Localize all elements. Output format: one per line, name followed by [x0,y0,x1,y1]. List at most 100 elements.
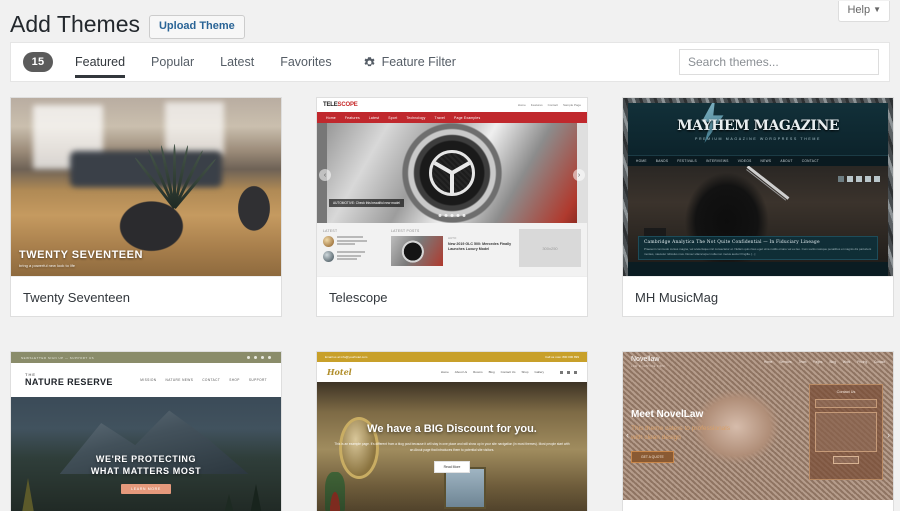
tel-hero: AUTOMOTIVE: Check this beautiful new mod… [317,123,587,223]
nr-cta-button: LEARN MORE [121,484,171,495]
theme-count-badge: 15 [23,52,53,72]
nl-form-title: Contact Us [836,390,856,395]
theme-card-telescope[interactable]: TELESCOPE Home Features Contact Sample P… [316,97,588,317]
nl-logo: Novellaw LAW & JUSTICE FIRM [631,356,665,368]
theme-screenshot-hotel[interactable]: Email us at info@yourhotel.com Call us n… [317,352,587,511]
nl-contact-form: Contact Us [809,384,883,481]
tab-featured-label: Featured [75,55,126,69]
tel-column-latest: LATEST [323,229,385,271]
ht-hero: We have a BIG Discount for you. This is … [317,382,587,511]
tel-top-links: Home Features Contact Sample Page [517,103,581,107]
ht-topbar: Email us at info@yourhotel.com Call us n… [317,352,587,362]
help-toggle-wrap: Help ▼ [838,0,890,22]
ht-navbar: Home About Us Rooms Blog Contact Us Shop… [441,370,577,374]
nl-hero-text: Meet NovelLaw This theme caters to profe… [631,409,741,463]
nl-header: Novellaw LAW & JUSTICE FIRM Home Service… [623,352,893,372]
theme-card-hotel[interactable]: Email us at info@yourhotel.com Call us n… [316,351,588,511]
nr-hero: WE'RE PROTECTING WHAT MATTERS MOST LEARN… [11,397,281,511]
theme-screenshot-mh-musicmag[interactable]: MAYHEM MAGAZINE PREMIUM MAGAZINE WORDPRE… [623,98,893,276]
tab-favorites-label: Favorites [280,55,332,69]
nl-cta-button: GET A QUOTE [631,450,674,463]
ht-topbar-phone: Call us now: 800 000 899 [545,355,579,359]
tab-popular[interactable]: Popular [138,43,207,81]
tel-carousel-dots[interactable] [438,214,466,217]
tel-logo: TELESCOPE [323,102,358,108]
tel-col2-heading: LATEST POSTS [391,229,420,233]
ht-door-shape [443,466,486,509]
tab-featured[interactable]: Featured [75,43,138,81]
nr-logo-main: NATURE RESERVE [25,376,113,387]
tab-latest[interactable]: Latest [207,43,267,81]
tab-favorites[interactable]: Favorites [267,43,344,81]
preview-site-telescope: TELESCOPE Home Features Contact Sample P… [317,98,587,276]
ts-overlay-text: TWENTY SEVENTEEN bring a powerful new lo… [19,249,143,268]
search-wrap [679,49,879,75]
upload-theme-button[interactable]: Upload Theme [148,14,245,39]
theme-card-nature-reserve[interactable]: NEWSLETTER SIGN UP — SUPPORT US THE NATU… [10,351,282,511]
carousel-prev-icon[interactable]: ‹ [319,169,331,181]
tel-navbar: Home Features Latest Sport Technology Tr… [317,112,587,123]
nl-logo-main: Novellaw [631,356,660,364]
theme-screenshot-telescope[interactable]: TELESCOPE Home Features Contact Sample P… [317,98,587,276]
ts-overlay-title: TWENTY SEVENTEEN [19,249,143,261]
theme-screenshot-nature-reserve[interactable]: NEWSLETTER SIGN UP — SUPPORT US THE NATU… [11,352,281,511]
ht-body: This is an example page. It's different … [334,441,570,452]
preview-site-nature-reserve: NEWSLETTER SIGN UP — SUPPORT US THE NATU… [11,352,281,511]
search-input[interactable] [679,49,879,75]
preview-site-hotel: Email us at info@yourhotel.com Call us n… [317,352,587,511]
feature-filter-button[interactable]: Feature Filter [345,43,469,81]
tel-content: LATEST LATEST POSTS AUTO New 2019 GLC 50… [317,223,587,276]
mh-inner: MAYHEM MAGAZINE PREMIUM MAGAZINE WORDPRE… [628,103,888,276]
nr-topbar-text: NEWSLETTER SIGN UP — SUPPORT US [21,355,95,360]
mh-hero-caption: Cambridge Analytica The Not Quite Confid… [638,236,878,260]
tel-featured-image [391,236,443,266]
mh-caption-heading: Cambridge Analytica The Not Quite Confid… [644,240,820,245]
tab-latest-label: Latest [220,55,255,69]
nr-header: THE NATURE RESERVE MISSION NATURE NEWS C… [11,363,281,397]
tel-logo-a: TELE [323,102,338,108]
ht-logo: Hotel [327,367,352,377]
tel-column-ad: 300x250 [519,229,581,271]
tel-topbar: TELESCOPE Home Features Contact Sample P… [317,98,587,112]
theme-screenshot-novellaw[interactable]: Novellaw LAW & JUSTICE FIRM Home Service… [623,352,893,511]
help-button[interactable]: Help ▼ [838,1,890,22]
nr-logo: THE NATURE RESERVE [25,372,113,388]
preview-site-novellaw: Novellaw LAW & JUSTICE FIRM Home Service… [623,352,893,511]
list-item [323,251,385,262]
theme-name-mh-musicmag: MH MusicMag [623,276,893,316]
theme-name-telescope: Telescope [317,276,587,316]
tel-col1-heading: LATEST [323,229,338,233]
mh-site-title: MAYHEM MAGAZINE [677,117,839,134]
ts-plant-leaves [133,144,217,210]
mh-header: MAYHEM MAGAZINE PREMIUM MAGAZINE WORDPRE… [628,103,888,155]
tel-hero-caption: AUTOMOTIVE: Check this beautiful new mod… [329,199,404,207]
ht-plant-shape [325,471,346,511]
mh-caption-body: Praesent commodo cursus magna, vel scele… [644,247,872,256]
ht-header: Hotel Home About Us Rooms Blog Contact U… [317,362,587,382]
mh-navbar: HOME BANDS FESTIVALS INTERVIEWS VIDEOS N… [628,155,888,166]
carousel-next-icon[interactable]: › [573,169,585,181]
theme-filter-bar: 15 Featured Popular Latest Favorites Fea… [10,42,890,82]
theme-card-twenty-seventeen[interactable]: TWENTY SEVENTEEN bring a powerful new lo… [10,97,282,317]
guitar-icon [746,166,790,201]
theme-screenshot-twenty-seventeen[interactable]: TWENTY SEVENTEEN bring a powerful new lo… [11,98,281,276]
theme-name-twenty-seventeen: Twenty Seventeen [11,276,281,316]
mh-tagline: PREMIUM MAGAZINE WORDPRESS THEME [694,136,821,141]
mh-slider-dots[interactable] [838,176,880,182]
preview-site-twenty-seventeen: TWENTY SEVENTEEN bring a powerful new lo… [11,98,281,276]
chevron-down-icon: ▼ [873,5,881,14]
list-item [323,236,385,247]
page-title: Add Themes [10,11,140,37]
theme-card-novellaw[interactable]: Novellaw LAW & JUSTICE FIRM Home Service… [622,351,894,511]
help-button-label: Help [847,4,871,16]
nr-topbar: NEWSLETTER SIGN UP — SUPPORT US [11,352,281,363]
ht-social-icons [560,370,577,374]
theme-card-mh-musicmag[interactable]: MAYHEM MAGAZINE PREMIUM MAGAZINE WORDPRE… [622,97,894,317]
ht-headline: We have a BIG Discount for you. [367,422,537,435]
tab-popular-label: Popular [151,55,195,69]
ht-cta-button: Read More [433,460,471,473]
tel-feature-meta: AUTO [448,236,457,240]
ht-topbar-email: Email us at info@yourhotel.com [325,355,368,359]
nl-form-submit-button [833,456,859,465]
tel-feature-title: New 2019 GLC 500: Mercedes Finally Launc… [448,242,512,252]
